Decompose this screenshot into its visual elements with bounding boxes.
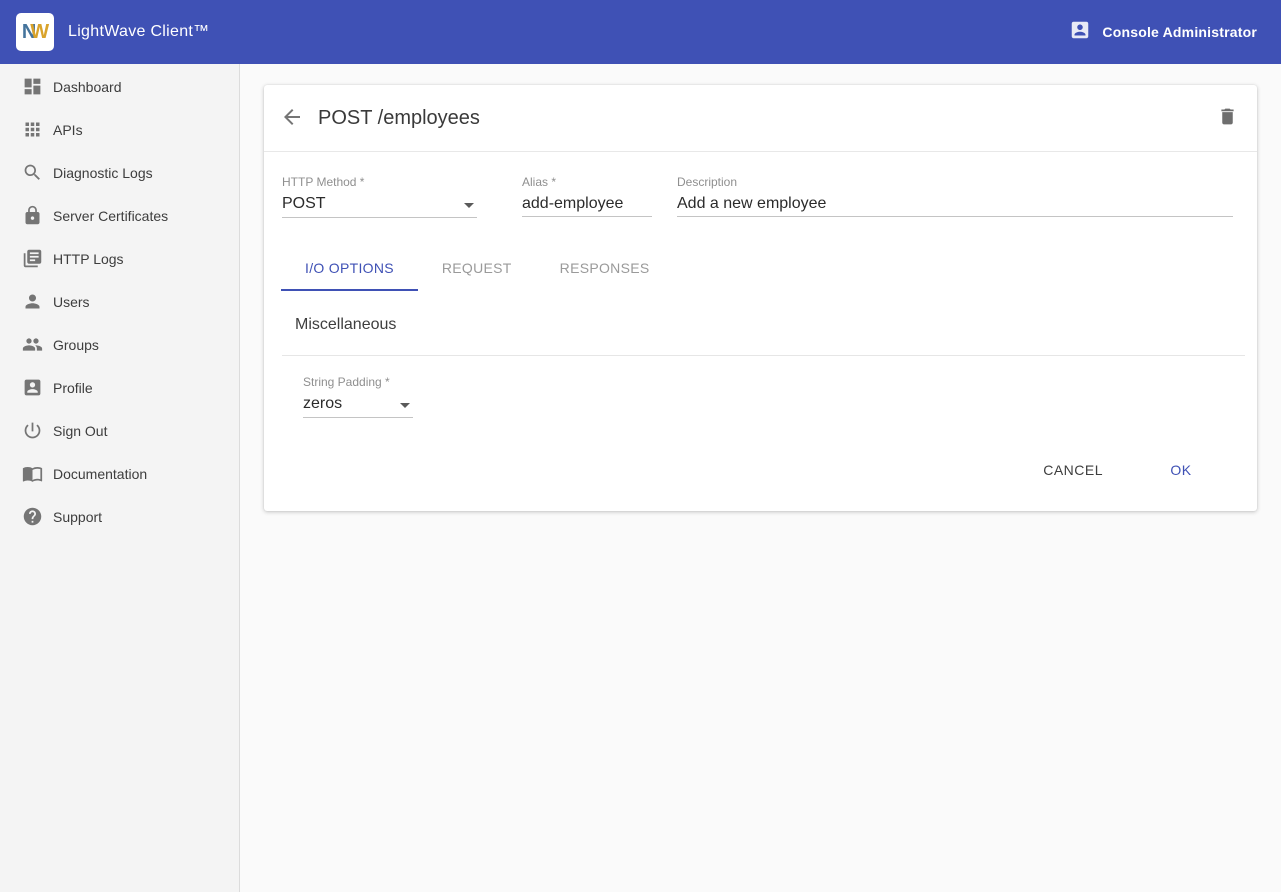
sidebar-item-users[interactable]: Users xyxy=(0,280,239,323)
sidebar-item-http-logs[interactable]: HTTP Logs xyxy=(0,237,239,280)
user-menu[interactable]: Console Administrator xyxy=(1069,19,1257,46)
sidebar-item-apis[interactable]: APIs xyxy=(0,108,239,151)
sidebar-item-label: Profile xyxy=(53,380,93,396)
description-field: Description xyxy=(677,176,1233,218)
arrow-back-icon xyxy=(280,105,304,132)
cancel-button[interactable]: CANCEL xyxy=(1027,452,1119,488)
http-method-label: HTTP Method * xyxy=(282,176,477,189)
sidebar-item-label: Groups xyxy=(53,337,99,353)
help-icon xyxy=(20,505,44,529)
dashboard-icon xyxy=(20,75,44,99)
sidebar-item-sign-out[interactable]: Sign Out xyxy=(0,409,239,452)
description-input[interactable] xyxy=(677,195,1233,217)
sidebar-item-label: Dashboard xyxy=(53,79,122,95)
tab-bar: I/O OPTIONS REQUEST RESPONSES xyxy=(264,245,1257,291)
chevron-down-icon xyxy=(400,403,410,408)
section-title: Miscellaneous xyxy=(295,316,1257,334)
user-label: Console Administrator xyxy=(1102,24,1257,40)
library-books-icon xyxy=(20,247,44,271)
lock-icon xyxy=(20,204,44,228)
account-box-icon xyxy=(1069,19,1091,46)
group-icon xyxy=(20,333,44,357)
apps-grid-icon xyxy=(20,118,44,142)
sidebar-item-support[interactable]: Support xyxy=(0,495,239,538)
open-book-icon xyxy=(20,462,44,486)
http-method-select[interactable]: POST xyxy=(282,195,477,218)
divider xyxy=(282,355,1245,356)
tab-request[interactable]: REQUEST xyxy=(418,245,536,291)
endpoint-form-row: HTTP Method * POST Alias * Description xyxy=(264,152,1257,218)
sidebar-item-profile[interactable]: Profile xyxy=(0,366,239,409)
sidebar-item-groups[interactable]: Groups xyxy=(0,323,239,366)
card-actions: CANCEL OK xyxy=(264,452,1257,511)
app-logo: N W xyxy=(16,13,54,51)
back-button[interactable] xyxy=(280,106,304,130)
alias-label: Alias * xyxy=(522,176,652,189)
app-title: LightWave Client™ xyxy=(68,23,209,41)
app-header: N W LightWave Client™ Console Administra… xyxy=(0,0,1281,64)
endpoint-card: POST /employees HTTP Method * POST Ali xyxy=(264,85,1257,511)
sidebar-item-label: Diagnostic Logs xyxy=(53,165,153,181)
sidebar-item-server-certificates[interactable]: Server Certificates xyxy=(0,194,239,237)
delete-button[interactable] xyxy=(1215,106,1239,130)
string-padding-field: String Padding * zeros xyxy=(303,376,413,418)
sidebar-item-label: Server Certificates xyxy=(53,208,168,224)
string-padding-select[interactable]: zeros xyxy=(303,395,413,418)
logo-letter-w: W xyxy=(30,21,48,44)
person-icon xyxy=(20,290,44,314)
main-content: POST /employees HTTP Method * POST Ali xyxy=(240,64,1281,892)
sidebar-item-dashboard[interactable]: Dashboard xyxy=(0,65,239,108)
sidebar-item-label: Users xyxy=(53,294,90,310)
string-padding-label: String Padding * xyxy=(303,376,413,389)
sidebar-item-label: APIs xyxy=(53,122,83,138)
card-header: POST /employees xyxy=(264,85,1257,152)
account-box-icon xyxy=(20,376,44,400)
ok-button[interactable]: OK xyxy=(1149,452,1213,488)
sidebar-item-diagnostic-logs[interactable]: Diagnostic Logs xyxy=(0,151,239,194)
alias-field: Alias * xyxy=(522,176,652,218)
sidebar-item-label: HTTP Logs xyxy=(53,251,124,267)
sidebar-item-label: Sign Out xyxy=(53,423,107,439)
page-title: POST /employees xyxy=(318,107,1215,130)
chevron-down-icon xyxy=(464,203,474,208)
sidebar-item-label: Support xyxy=(53,509,102,525)
search-icon xyxy=(20,161,44,185)
http-method-field: HTTP Method * POST xyxy=(282,176,477,218)
tab-responses[interactable]: RESPONSES xyxy=(536,245,674,291)
sidebar-item-documentation[interactable]: Documentation xyxy=(0,452,239,495)
http-method-value: POST xyxy=(282,195,326,212)
io-options-panel: Miscellaneous String Padding * zeros xyxy=(264,316,1257,418)
description-label: Description xyxy=(677,176,1233,189)
power-icon xyxy=(20,419,44,443)
alias-input[interactable] xyxy=(522,195,652,217)
sidebar-item-label: Documentation xyxy=(53,466,147,482)
sidebar: Dashboard APIs Diagnostic Logs Server Ce… xyxy=(0,64,240,892)
trash-icon xyxy=(1217,106,1238,130)
string-padding-value: zeros xyxy=(303,395,342,412)
tab-io-options[interactable]: I/O OPTIONS xyxy=(281,245,418,291)
